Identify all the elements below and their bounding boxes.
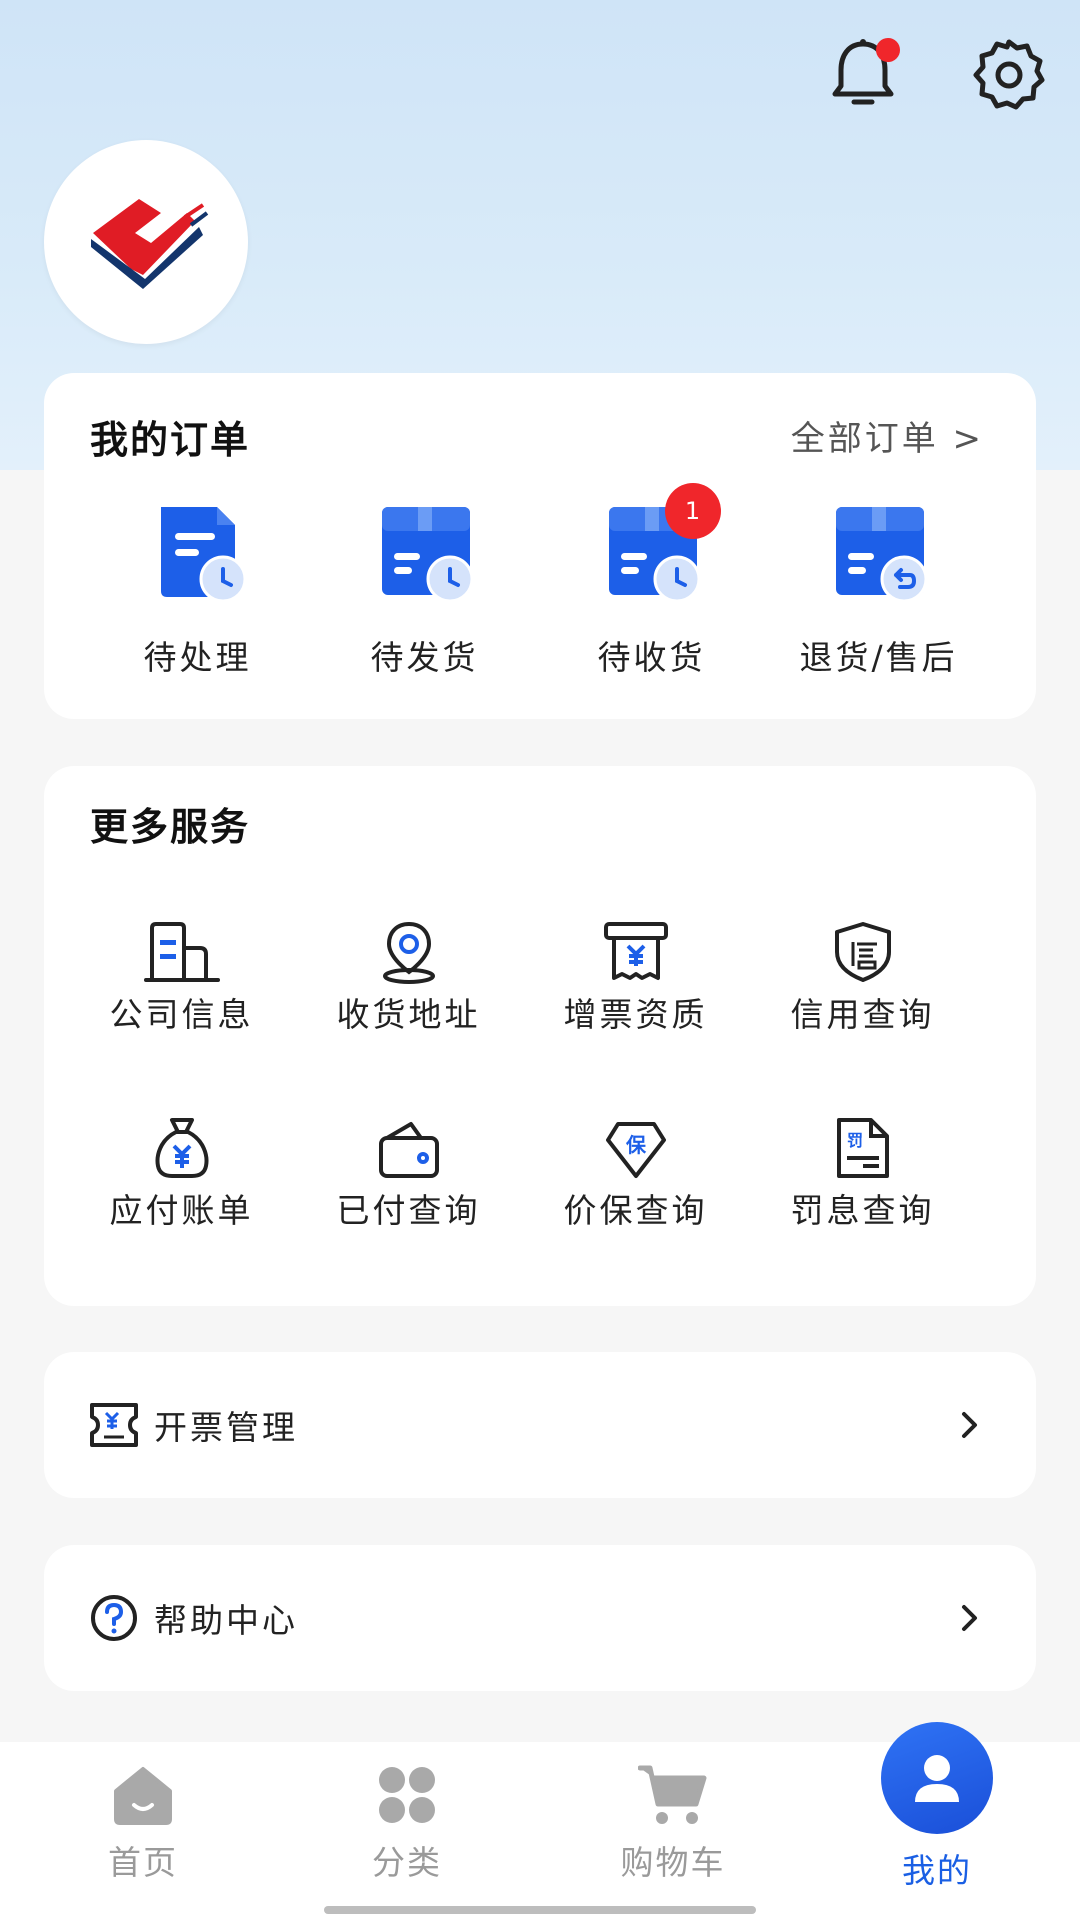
service-label: 应付账单 xyxy=(109,1191,254,1230)
home-indicator xyxy=(324,1906,756,1914)
services-card: 更多服务 公司信息 收货地址 增票资质 信用查询 应付账单 已付查询 保 价保查… xyxy=(44,766,1036,1306)
service-label: 价保查询 xyxy=(563,1191,708,1230)
price-guarantee-icon: 保 xyxy=(598,1110,674,1180)
bottom-tab-bar: 首页 分类 购物车 我的 xyxy=(0,1722,1080,1920)
invoice-yuan-icon xyxy=(598,914,674,984)
order-status-grid: 待处理 待发货 1 待收货 退货/售后 xyxy=(44,483,1036,679)
service-label: 罚息查询 xyxy=(790,1191,935,1230)
orders-title: 我的订单 xyxy=(90,418,251,462)
tab-label: 购物车 xyxy=(620,1843,726,1882)
location-pin-icon xyxy=(371,914,447,984)
tab-label: 首页 xyxy=(108,1843,178,1882)
company-avatar[interactable] xyxy=(44,140,248,344)
box-clock-icon: 1 xyxy=(597,483,721,609)
order-return-aftersale[interactable]: 退货/售后 xyxy=(765,499,992,679)
category-icon xyxy=(372,1760,442,1830)
svg-text:罚: 罚 xyxy=(846,1131,862,1150)
service-paid-query[interactable]: 已付查询 xyxy=(295,1110,522,1306)
svg-text:保: 保 xyxy=(625,1133,647,1157)
service-address[interactable]: 收货地址 xyxy=(295,914,522,1110)
service-payable-bill[interactable]: 应付账单 xyxy=(68,1110,295,1306)
home-icon xyxy=(108,1760,178,1830)
gear-icon xyxy=(973,39,1045,110)
tab-category[interactable]: 分类 xyxy=(272,1742,542,1884)
service-company-info[interactable]: 公司信息 xyxy=(68,914,295,1110)
shield-credit-icon xyxy=(825,914,901,984)
service-vat-invoice[interactable]: 增票资质 xyxy=(522,914,749,1110)
money-bag-icon xyxy=(144,1110,220,1180)
user-icon xyxy=(881,1722,993,1834)
order-pending-receive[interactable]: 1 待收货 xyxy=(538,483,765,679)
invoice-management-label: 开票管理 xyxy=(154,1408,298,1447)
tab-home[interactable]: 首页 xyxy=(8,1742,278,1884)
order-pending-ship[interactable]: 待发货 xyxy=(311,499,538,679)
service-credit-query[interactable]: 信用查询 xyxy=(749,914,976,1110)
order-pending-process[interactable]: 待处理 xyxy=(84,499,311,679)
service-label: 公司信息 xyxy=(109,995,254,1034)
box-clock-icon xyxy=(370,499,480,609)
order-label: 待发货 xyxy=(370,638,479,677)
top-actions xyxy=(818,30,1054,120)
wallet-icon xyxy=(371,1110,447,1180)
chevron-right-icon xyxy=(962,1605,977,1631)
cart-icon xyxy=(638,1760,708,1830)
service-label: 收货地址 xyxy=(336,995,481,1034)
invoice-management-row[interactable]: 开票管理 xyxy=(44,1352,1036,1498)
penalty-doc-icon: 罚 xyxy=(825,1110,901,1180)
tab-label: 我的 xyxy=(902,1851,972,1890)
document-clock-icon xyxy=(143,499,253,609)
ticket-yuan-icon xyxy=(88,1399,140,1451)
tab-cart[interactable]: 购物车 xyxy=(538,1742,808,1884)
services-title: 更多服务 xyxy=(90,805,251,849)
service-label: 信用查询 xyxy=(790,995,935,1034)
all-orders-link[interactable]: 全部订单 > xyxy=(791,411,984,460)
building-icon xyxy=(143,914,220,984)
order-label: 待收货 xyxy=(597,638,706,677)
service-label: 已付查询 xyxy=(336,1191,481,1230)
chevron-right-icon xyxy=(962,1412,977,1438)
settings-button[interactable] xyxy=(964,30,1054,120)
orders-card: 我的订单 全部订单 > 待处理 待发货 1 待收货 退货/售后 xyxy=(44,373,1036,719)
order-label: 待处理 xyxy=(143,638,252,677)
notification-button[interactable] xyxy=(818,30,908,120)
service-price-protection[interactable]: 保 价保查询 xyxy=(522,1110,749,1306)
order-count-badge: 1 xyxy=(664,483,721,539)
tab-mine[interactable]: 我的 xyxy=(802,1722,1072,1892)
company-logo-icon xyxy=(91,199,209,289)
service-penalty-query[interactable]: 罚 罚息查询 xyxy=(749,1110,976,1306)
question-circle-icon xyxy=(88,1592,140,1644)
box-return-icon xyxy=(824,499,934,609)
order-label: 退货/售后 xyxy=(799,638,958,677)
help-center-row[interactable]: 帮助中心 xyxy=(44,1545,1036,1691)
help-center-label: 帮助中心 xyxy=(154,1601,298,1640)
tab-label: 分类 xyxy=(372,1843,442,1882)
services-grid: 公司信息 收货地址 增票资质 信用查询 应付账单 已付查询 保 价保查询 罚 罚… xyxy=(44,914,1036,1306)
notification-dot xyxy=(876,38,900,62)
service-label: 增票资质 xyxy=(563,995,708,1034)
